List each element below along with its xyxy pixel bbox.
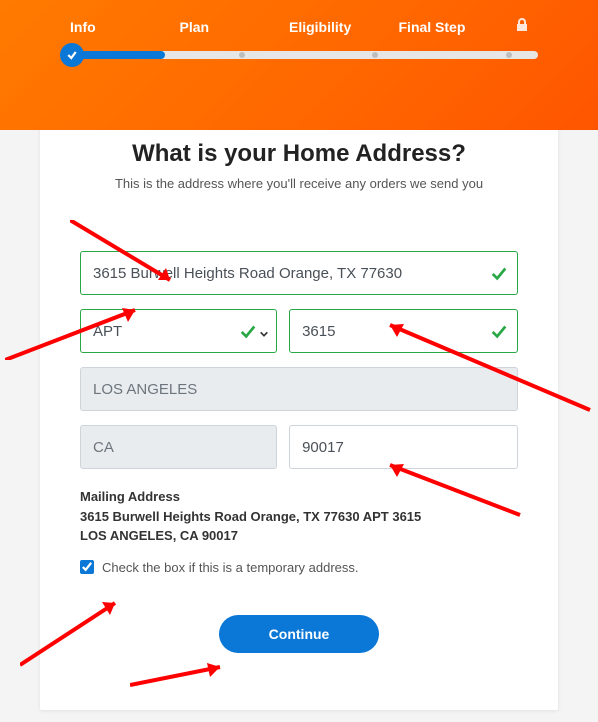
progress-step-complete-icon (60, 43, 84, 67)
city-field: LOS ANGELES (80, 367, 518, 411)
mailing-line2: LOS ANGELES, CA 90017 (80, 526, 518, 546)
apt-type-field (80, 309, 277, 353)
progress-dot (506, 52, 512, 58)
temporary-address-checkbox[interactable] (80, 560, 94, 574)
check-icon (239, 322, 257, 340)
address-input[interactable] (80, 251, 518, 295)
progress-track (60, 51, 538, 59)
page-title: What is your Home Address? (80, 140, 518, 168)
step-final[interactable]: Final Step (399, 19, 509, 35)
address-form: LOS ANGELES CA Mailing Address 3615 Burw… (80, 251, 518, 653)
step-eligibility[interactable]: Eligibility (289, 19, 399, 35)
step-info[interactable]: Info (70, 19, 180, 35)
check-icon (490, 322, 508, 340)
mailing-label: Mailing Address (80, 487, 518, 507)
check-icon (490, 264, 508, 282)
state-readonly: CA (80, 425, 277, 469)
mailing-address-summary: Mailing Address 3615 Burwell Heights Roa… (80, 487, 518, 546)
progress-dot (239, 52, 245, 58)
temporary-address-label: Check the box if this is a temporary add… (102, 560, 359, 575)
mailing-line1: 3615 Burwell Heights Road Orange, TX 776… (80, 507, 518, 527)
step-plan[interactable]: Plan (180, 19, 290, 35)
continue-button[interactable]: Continue (219, 615, 379, 653)
progress-dot (372, 52, 378, 58)
temporary-address-row[interactable]: Check the box if this is a temporary add… (80, 560, 518, 575)
page-subtitle: This is the address where you'll receive… (80, 176, 518, 191)
apt-number-input[interactable] (289, 309, 518, 353)
state-field: CA (80, 425, 277, 469)
zip-input[interactable] (289, 425, 518, 469)
apt-number-field (289, 309, 518, 353)
zip-field (289, 425, 518, 469)
lock-icon (516, 19, 528, 35)
header-bar: Info Plan Eligibility Final Step (0, 0, 598, 130)
stepper: Info Plan Eligibility Final Step (60, 18, 538, 35)
form-card: What is your Home Address? This is the a… (40, 90, 558, 710)
address-field (80, 251, 518, 295)
chevron-down-icon[interactable] (259, 326, 269, 336)
city-readonly: LOS ANGELES (80, 367, 518, 411)
